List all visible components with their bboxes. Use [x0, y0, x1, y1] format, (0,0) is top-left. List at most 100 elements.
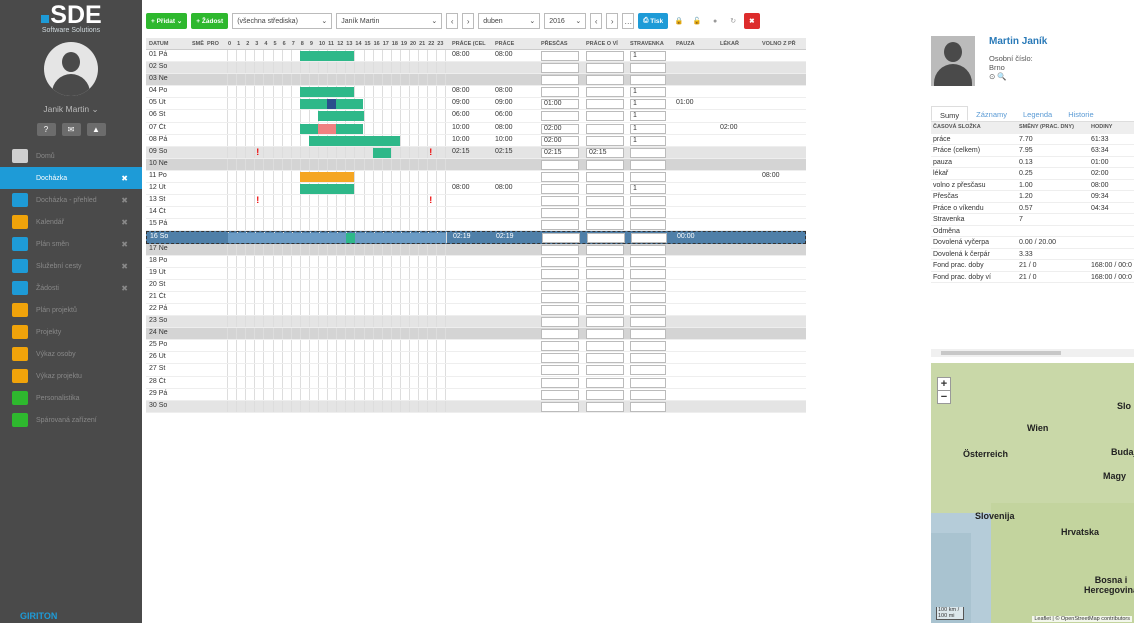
- table-row[interactable]: 21 Čt: [146, 291, 806, 304]
- overtime-input[interactable]: 01:00: [541, 99, 579, 110]
- meal-input[interactable]: [630, 389, 666, 400]
- table-row[interactable]: 12 Út 08:00 08:00 1: [146, 183, 806, 196]
- table-row[interactable]: 24 Ne: [146, 328, 806, 341]
- meal-input[interactable]: [630, 171, 666, 182]
- meal-input[interactable]: [630, 304, 666, 315]
- weekend-work-input[interactable]: [586, 365, 624, 376]
- col-weekend-work[interactable]: PRÁCE O VÍ: [586, 41, 618, 47]
- table-row[interactable]: 07 Čt 10:00 08:00 02:00 1 02:00: [146, 122, 806, 135]
- add-button[interactable]: + Přidat ⌄: [146, 13, 188, 29]
- table-row[interactable]: 26 Út: [146, 352, 806, 365]
- col-date[interactable]: DATUM: [149, 41, 168, 47]
- col-hour[interactable]: 9: [310, 41, 313, 47]
- col-hour[interactable]: 2: [246, 41, 249, 47]
- unlock-icon[interactable]: 🔓: [690, 13, 704, 29]
- col-hour[interactable]: 20: [410, 41, 416, 47]
- close-icon[interactable]: ✖: [121, 174, 128, 183]
- weekend-work-input[interactable]: [586, 135, 624, 146]
- table-row[interactable]: 27 St: [146, 364, 806, 377]
- time-bar[interactable]: [308, 135, 400, 146]
- more-button[interactable]: …: [622, 13, 635, 29]
- time-bar[interactable]: [299, 123, 318, 134]
- table-row[interactable]: 22 Pá: [146, 303, 806, 317]
- col-hour[interactable]: 8: [301, 41, 304, 47]
- time-bar[interactable]: [299, 184, 355, 195]
- eye-icon[interactable]: ●: [708, 13, 722, 29]
- overtime-input[interactable]: [541, 111, 579, 122]
- weekend-work-input[interactable]: 02:19: [587, 233, 625, 243]
- weekend-work-input[interactable]: [586, 268, 624, 279]
- weekend-work-input[interactable]: [586, 353, 624, 364]
- overtime-input[interactable]: [541, 280, 579, 291]
- meal-input[interactable]: [630, 75, 666, 86]
- weekend-work-input[interactable]: [586, 341, 624, 352]
- col-work-total[interactable]: PRÁCE (CEL: [452, 41, 486, 47]
- weekend-work-input[interactable]: [586, 99, 624, 110]
- weekend-work-input[interactable]: [586, 75, 624, 86]
- overtime-input[interactable]: [541, 401, 579, 412]
- meal-input[interactable]: 1: [630, 51, 666, 61]
- col-hour[interactable]: 0: [228, 41, 231, 47]
- table-row[interactable]: 06 St 06:00 06:00 1: [146, 110, 806, 123]
- table-row[interactable]: 11 Po 08:00: [146, 170, 806, 184]
- weekend-work-input[interactable]: [586, 377, 624, 388]
- meal-input[interactable]: 1: [630, 184, 666, 195]
- meal-input[interactable]: [631, 233, 667, 243]
- meal-input[interactable]: [630, 268, 666, 279]
- col-hour[interactable]: 18: [392, 41, 398, 47]
- lock-icon[interactable]: 🔒: [672, 13, 686, 29]
- sidebar-item-slu-ebn-cesty[interactable]: Služební cesty ✖: [0, 255, 142, 277]
- user-menu[interactable]: Janik Martin ⌄: [0, 104, 142, 115]
- col-pro[interactable]: PRO: [207, 41, 219, 47]
- col-hour[interactable]: 10: [319, 41, 325, 47]
- overtime-input[interactable]: [541, 171, 579, 182]
- col-shift[interactable]: SMĚ: [192, 41, 204, 47]
- meal-input[interactable]: [630, 292, 666, 303]
- weekend-work-input[interactable]: [586, 111, 624, 122]
- table-row[interactable]: 15 Pá: [146, 219, 806, 232]
- summary-scrollbar[interactable]: [931, 349, 1134, 357]
- col-hour[interactable]: 1: [237, 41, 240, 47]
- meal-input[interactable]: 1: [630, 123, 666, 134]
- summary-col-header[interactable]: HODINY: [1091, 124, 1112, 130]
- sidebar-item-doch-zka[interactable]: Docházka ✖: [0, 167, 142, 189]
- col-hour[interactable]: 7: [292, 41, 295, 47]
- time-bar[interactable]: [299, 99, 328, 110]
- person-select[interactable]: Janík Martin ⌄: [336, 13, 443, 29]
- overtime-input[interactable]: [541, 317, 579, 328]
- center-select[interactable]: (všechna střediska) ⌄: [232, 13, 333, 29]
- time-bar[interactable]: [336, 99, 355, 110]
- time-bar[interactable]: [327, 99, 337, 110]
- meal-input[interactable]: [630, 353, 666, 364]
- col-hour[interactable]: 13: [346, 41, 352, 47]
- overtime-input[interactable]: [541, 51, 579, 61]
- col-hour[interactable]: 3: [255, 41, 258, 47]
- col-hour[interactable]: 4: [264, 41, 267, 47]
- weekend-work-input[interactable]: [586, 304, 624, 315]
- table-row[interactable]: 14 Čt: [146, 207, 806, 220]
- meal-input[interactable]: [630, 365, 666, 376]
- sidebar-item-pl-n-projekt-[interactable]: Plán projektů: [0, 299, 142, 321]
- table-row[interactable]: 19 Út: [146, 267, 806, 280]
- close-icon[interactable]: ✖: [121, 240, 128, 249]
- weekend-work-input[interactable]: [586, 208, 624, 219]
- sidebar-item-doch-zka-p-ehled[interactable]: Docházka - přehled ✖: [0, 189, 142, 211]
- map-attribution[interactable]: Leaflet | © OpenStreetMap contributors: [1032, 616, 1132, 622]
- weekend-work-input[interactable]: [586, 244, 624, 255]
- meal-input[interactable]: [630, 244, 666, 255]
- table-row[interactable]: 13 St!!: [146, 195, 806, 208]
- col-hour[interactable]: 12: [337, 41, 343, 47]
- overtime-input[interactable]: [541, 220, 579, 231]
- year-select[interactable]: 2016 ⌄: [544, 13, 587, 29]
- sidebar-item-v-kaz-projektu[interactable]: Výkaz projektu: [0, 365, 142, 387]
- overtime-input[interactable]: 02:15: [541, 147, 579, 158]
- col-hour[interactable]: 15: [365, 41, 371, 47]
- table-row[interactable]: 20 St: [146, 279, 806, 292]
- prev-month-button[interactable]: ‹: [590, 13, 603, 29]
- overtime-input[interactable]: [541, 208, 579, 219]
- col-hour[interactable]: 5: [274, 41, 277, 47]
- overtime-input[interactable]: [541, 75, 579, 86]
- overtime-input[interactable]: [541, 159, 579, 170]
- table-row[interactable]: 25 Po: [146, 340, 806, 353]
- table-row[interactable]: 29 Pá: [146, 388, 806, 401]
